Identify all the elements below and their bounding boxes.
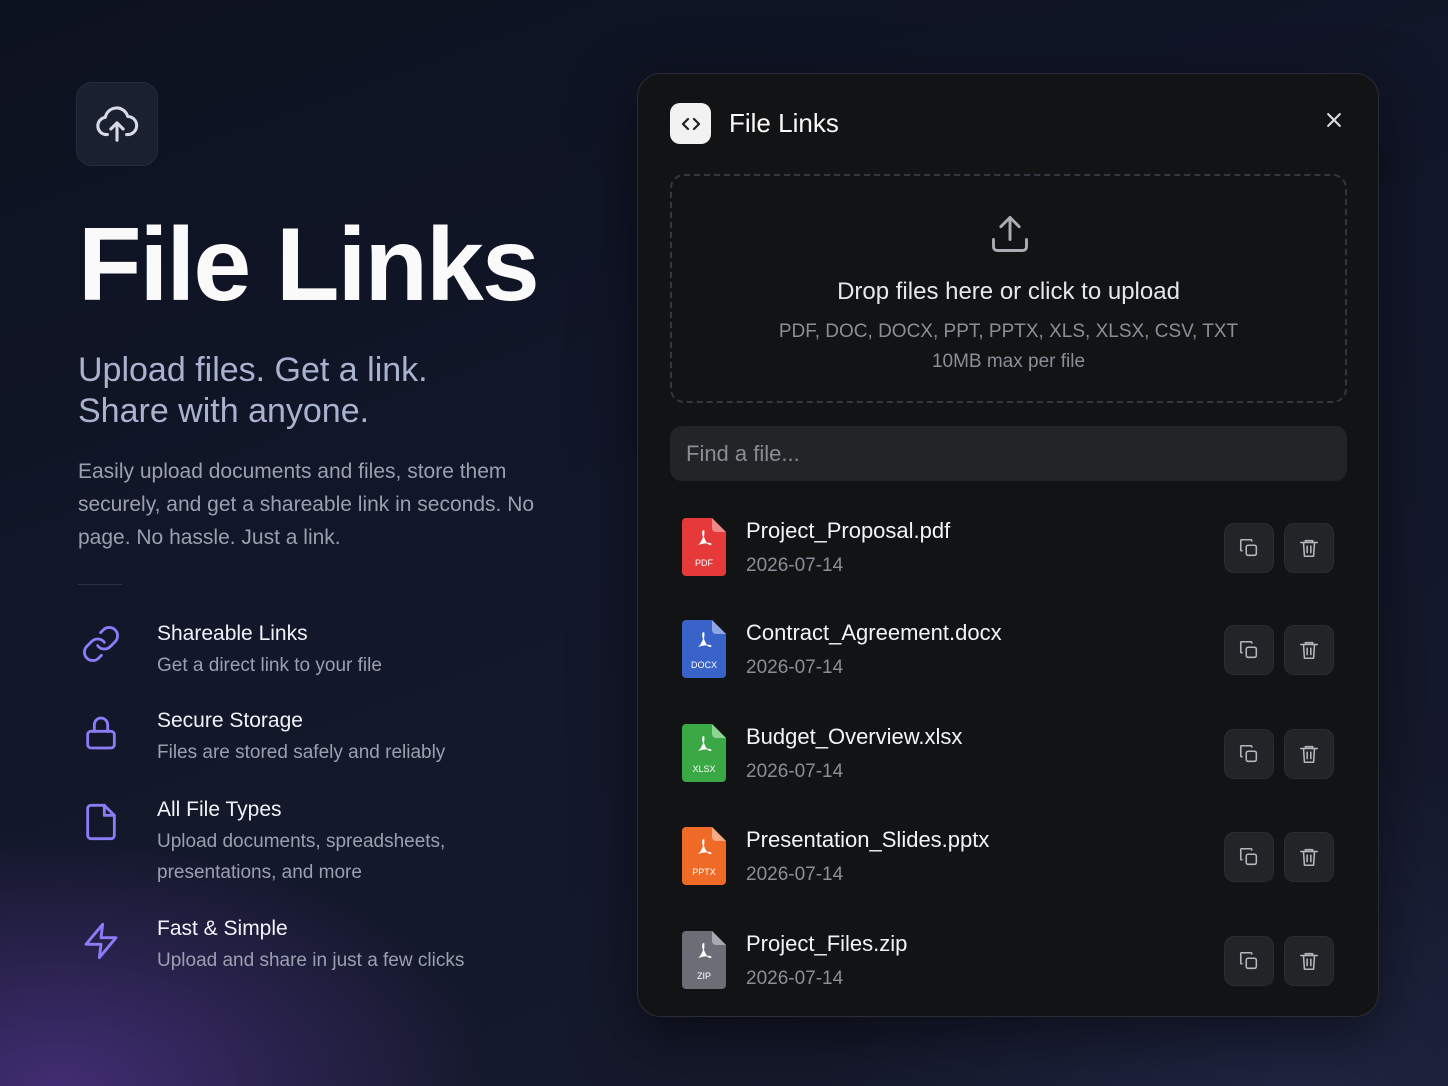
- copy-link-button[interactable]: [1224, 523, 1274, 573]
- divider: [78, 584, 122, 585]
- feature-desc: Files are stored safely and reliably: [157, 742, 446, 763]
- trash-icon: [1299, 745, 1319, 764]
- lightning-icon: [78, 919, 124, 965]
- xlsx-file-icon: XLSX: [682, 724, 726, 782]
- file-icon: [78, 800, 124, 846]
- upload-dropzone[interactable]: Drop files here or click to upload PDF, …: [670, 174, 1347, 403]
- feature-desc: Upload and share in just a few clicks: [157, 950, 465, 971]
- dropzone-accepted-types: PDF, DOC, DOCX, PPT, PPTX, XLS, XLSX, CS…: [778, 321, 1239, 342]
- file-row[interactable]: ZIP Project_Files.zip 2026-07-14: [670, 931, 1347, 1019]
- file-row[interactable]: XLSX Budget_Overview.xlsx 2026-07-14: [670, 724, 1347, 812]
- feature-desc: Upload documents, spreadsheets, presenta…: [157, 831, 446, 883]
- pptx-file-icon: PPTX: [682, 827, 726, 885]
- copy-link-button[interactable]: [1224, 625, 1274, 675]
- trash-icon: [1299, 952, 1319, 971]
- file-name: Budget_Overview.xlsx: [746, 724, 963, 749]
- file-date: 2026-07-14: [746, 657, 844, 678]
- hero-description: Easily upload documents and files, store…: [78, 460, 535, 549]
- feature-fast-simple: Fast & Simple Upload and share in just a…: [78, 915, 558, 976]
- feature-all-file-types: All File Types Upload documents, spreads…: [78, 796, 558, 888]
- copy-icon: [1239, 847, 1258, 866]
- file-row[interactable]: PPTX Presentation_Slides.pptx 2026-07-14: [670, 827, 1347, 915]
- file-name: Contract_Agreement.docx: [746, 620, 1002, 645]
- file-date: 2026-07-14: [746, 864, 844, 885]
- feature-secure-storage: Secure Storage Files are stored safely a…: [78, 707, 558, 768]
- hero-tagline-line1: Upload files. Get a link.: [78, 351, 428, 389]
- hero-title: File Links: [78, 207, 540, 323]
- copy-icon: [1239, 744, 1258, 763]
- delete-file-button[interactable]: [1284, 832, 1334, 882]
- file-name: Project_Proposal.pdf: [746, 518, 951, 543]
- hero-tagline-line2: Share with anyone.: [78, 392, 370, 430]
- feature-title: All File Types: [157, 798, 282, 821]
- zip-file-icon: ZIP: [682, 931, 726, 989]
- cloud-upload-icon: [96, 106, 139, 142]
- copy-link-button[interactable]: [1224, 832, 1274, 882]
- file-row[interactable]: PDF Project_Proposal.pdf 2026-07-14: [670, 518, 1347, 606]
- delete-file-button[interactable]: [1284, 625, 1334, 675]
- file-badge: XLSX: [692, 764, 715, 774]
- feature-title: Secure Storage: [157, 709, 303, 732]
- dropzone-label: Drop files here or click to upload: [837, 278, 1180, 305]
- link-icon: [78, 624, 124, 670]
- delete-file-button[interactable]: [1284, 729, 1334, 779]
- trash-icon: [1299, 848, 1319, 867]
- trash-icon: [1299, 539, 1319, 558]
- pdf-file-icon: PDF: [682, 518, 726, 576]
- feature-title: Fast & Simple: [157, 917, 288, 940]
- hero-tagline: Upload files. Get a link. Share with any…: [78, 350, 598, 432]
- file-badge: DOCX: [691, 660, 717, 670]
- feature-title: Shareable Links: [157, 622, 308, 645]
- copy-icon: [1239, 951, 1258, 970]
- file-badge: PPTX: [692, 867, 716, 877]
- panel-title: File Links: [729, 108, 839, 138]
- file-name: Project_Files.zip: [746, 931, 908, 956]
- file-name: Presentation_Slides.pptx: [746, 827, 990, 852]
- copy-icon: [1239, 538, 1258, 557]
- lock-icon: [78, 711, 124, 757]
- file-links-panel: File Links Drop files here or click to u…: [637, 73, 1379, 1017]
- code-brackets-icon: [670, 103, 711, 144]
- close-button[interactable]: [1322, 108, 1346, 132]
- docx-file-icon: DOCX: [682, 620, 726, 678]
- file-row[interactable]: DOCX Contract_Agreement.docx 2026-07-14: [670, 620, 1347, 708]
- file-date: 2026-07-14: [746, 761, 844, 782]
- trash-icon: [1299, 641, 1319, 660]
- file-date: 2026-07-14: [746, 555, 844, 576]
- feature-desc: Get a direct link to your file: [157, 655, 382, 676]
- search-input[interactable]: [670, 426, 1347, 481]
- file-badge: ZIP: [697, 971, 711, 981]
- file-badge: PDF: [695, 558, 714, 568]
- feature-shareable-links: Shareable Links Get a direct link to you…: [78, 620, 558, 681]
- dropzone-max-size: 10MB max per file: [931, 351, 1086, 372]
- upload-icon: [988, 212, 1032, 261]
- file-date: 2026-07-14: [746, 968, 844, 989]
- close-icon: [1327, 113, 1341, 127]
- app-logo: [76, 82, 158, 166]
- copy-link-button[interactable]: [1224, 936, 1274, 986]
- delete-file-button[interactable]: [1284, 523, 1334, 573]
- delete-file-button[interactable]: [1284, 936, 1334, 986]
- copy-link-button[interactable]: [1224, 729, 1274, 779]
- copy-icon: [1239, 640, 1258, 659]
